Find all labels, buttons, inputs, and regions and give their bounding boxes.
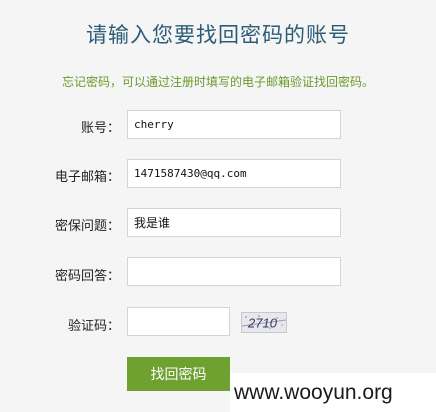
account-label: 账号： (80, 121, 120, 136)
captcha-input[interactable] (127, 307, 230, 336)
security-question-input[interactable] (127, 208, 341, 237)
captcha-image[interactable]: 2710 (241, 312, 287, 333)
email-input[interactable] (127, 159, 341, 188)
page-title: 请输入您要找回密码的账号 (86, 23, 350, 47)
email-label: 电子邮箱： (54, 170, 120, 185)
captcha-noise-graphic: 2710 (242, 313, 286, 332)
captcha-code: 2710 (247, 316, 278, 331)
account-input[interactable] (127, 110, 341, 139)
security-answer-label: 密码回答： (54, 269, 120, 284)
captcha-label: 验证码： (67, 319, 120, 334)
recover-password-button[interactable]: 找回密码 (127, 357, 230, 391)
security-question-label: 密保问题： (54, 219, 120, 234)
recovery-hint: 忘记密码，可以通过注册时填写的电子邮箱验证找回密码。 (61, 75, 374, 89)
watermark: www.wooyun.org (230, 373, 436, 412)
security-answer-input[interactable] (127, 257, 341, 286)
